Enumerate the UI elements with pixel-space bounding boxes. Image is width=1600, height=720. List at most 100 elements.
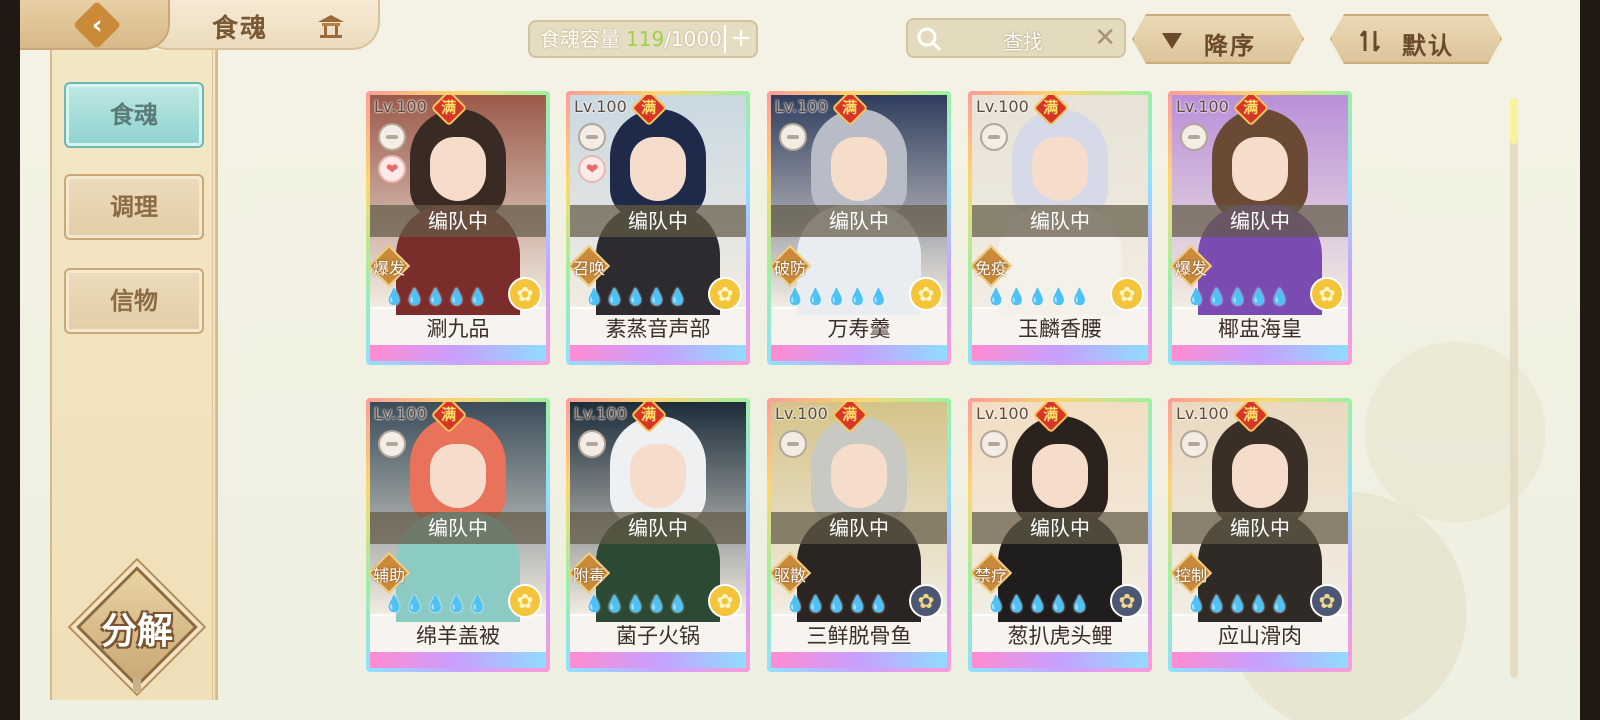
card-footer-band xyxy=(771,345,947,361)
role-tag: 辅助 xyxy=(370,550,412,596)
card-body: Lv.100 满 编队中 附毒 💧💧💧💧💧 ✿ 菌子火锅 xyxy=(570,402,746,668)
role-tag: 破防 xyxy=(771,243,813,289)
star-flames: 💧💧💧💧💧 xyxy=(1186,287,1291,306)
role-tag: 控制 xyxy=(1172,550,1214,596)
card-level: Lv.100 xyxy=(775,404,828,423)
card-level: Lv.100 xyxy=(976,97,1029,116)
role-tag-label: 召唤 xyxy=(572,259,605,278)
star-flames: 💧💧💧💧💧 xyxy=(785,594,890,613)
rarity-flower-icon: ✿ xyxy=(708,277,742,311)
tab-cultivate[interactable]: 调理 xyxy=(64,174,204,240)
food-soul-card[interactable]: Lv.100 满 编队中 附毒 💧💧💧💧💧 ✿ 菌子火锅 xyxy=(566,398,750,672)
lock-icon[interactable] xyxy=(980,430,1008,458)
food-soul-card[interactable]: Lv.100 满 编队中 免疫 💧💧💧💧💧 ✿ 玉麟香腰 xyxy=(968,91,1152,365)
decompose-button[interactable]: 分解 xyxy=(76,566,198,692)
lock-icon[interactable] xyxy=(1180,430,1208,458)
rarity-flower-icon: ✿ xyxy=(1310,584,1344,618)
rarity-flower-icon: ✿ xyxy=(1310,277,1344,311)
capacity-total: /1000 xyxy=(664,27,722,51)
heart-icon[interactable]: ❤ xyxy=(578,155,606,183)
max-badge-label: 满 xyxy=(641,405,657,424)
card-level: Lv.100 xyxy=(374,404,427,423)
card-footer-band xyxy=(771,652,947,668)
max-badge-label: 满 xyxy=(842,405,858,424)
decompose-label: 分解 xyxy=(100,611,173,652)
role-tag: 召唤 xyxy=(570,243,612,289)
food-soul-card[interactable]: Lv.100 满 编队中 破防 💧💧💧💧💧 ✿ 万寿羹 xyxy=(767,91,951,365)
rarity-flower-icon: ✿ xyxy=(708,584,742,618)
card-name: 椰盅海皇 xyxy=(1218,317,1302,341)
sort-order-button[interactable]: 降序 xyxy=(1132,14,1304,64)
role-tag-label: 爆发 xyxy=(372,259,405,278)
capacity-used: 119 xyxy=(626,27,665,51)
rarity-flower-icon: ✿ xyxy=(909,277,943,311)
star-flames: 💧💧💧💧💧 xyxy=(384,287,489,306)
food-soul-card[interactable]: Lv.100 满 编队中 辅助 💧💧💧💧💧 ✿ 绵羊盖被 xyxy=(366,398,550,672)
heart-icon[interactable]: ❤ xyxy=(378,155,406,183)
food-soul-card[interactable]: Lv.100 满 ❤ 编队中 爆发 💧💧💧💧💧 ✿ 涮九品 xyxy=(366,91,550,365)
card-level: Lv.100 xyxy=(1176,97,1229,116)
swap-icon xyxy=(1358,29,1382,53)
tab-token[interactable]: 信物 xyxy=(64,268,204,334)
lock-icon[interactable] xyxy=(578,123,606,151)
star-flames: 💧💧💧💧💧 xyxy=(986,594,1091,613)
card-name: 玉麟香腰 xyxy=(1018,317,1102,341)
role-tag: 爆发 xyxy=(1172,243,1214,289)
sort-mode-button[interactable]: 默认 xyxy=(1330,14,1502,64)
food-soul-card[interactable]: Lv.100 满 编队中 控制 💧💧💧💧💧 ✿ 应山滑肉 xyxy=(1168,398,1352,672)
portrait-face xyxy=(430,444,486,508)
screen-edge-left xyxy=(0,0,20,720)
role-tag-label: 破防 xyxy=(773,259,806,278)
card-name: 三鲜脱骨鱼 xyxy=(806,624,912,648)
role-tag-label: 辅助 xyxy=(372,566,405,585)
team-status: 编队中 xyxy=(1172,512,1348,544)
lock-icon[interactable] xyxy=(378,123,406,151)
role-tag-label: 禁疗 xyxy=(974,566,1007,585)
card-name: 素蒸音声部 xyxy=(605,317,711,341)
food-soul-card[interactable]: Lv.100 满 编队中 爆发 💧💧💧💧💧 ✿ 椰盅海皇 xyxy=(1168,91,1352,365)
food-soul-card[interactable]: Lv.100 满 ❤ 编队中 召唤 💧💧💧💧💧 ✿ 素蒸音声部 xyxy=(566,91,750,365)
card-name: 葱扒虎头鲤 xyxy=(1007,624,1113,648)
portrait-face xyxy=(831,444,887,508)
card-level: Lv.100 xyxy=(574,404,627,423)
card-name: 涮九品 xyxy=(426,317,490,341)
back-button[interactable]: ‹ xyxy=(20,0,170,50)
lock-icon[interactable] xyxy=(980,123,1008,151)
star-flames: 💧💧💧💧💧 xyxy=(384,594,489,613)
card-footer-band xyxy=(972,652,1148,668)
lock-icon[interactable] xyxy=(378,430,406,458)
team-status: 编队中 xyxy=(370,205,546,237)
scroll-thumb[interactable] xyxy=(1510,98,1518,144)
team-status: 编队中 xyxy=(771,205,947,237)
close-icon[interactable]: ✕ xyxy=(1094,24,1116,52)
food-soul-card[interactable]: Lv.100 满 编队中 驱散 💧💧💧💧💧 ✿ 三鲜脱骨鱼 xyxy=(767,398,951,672)
lock-icon[interactable] xyxy=(1180,123,1208,151)
card-level: Lv.100 xyxy=(976,404,1029,423)
tab-food-soul[interactable]: 食魂 xyxy=(64,82,204,148)
card-footer-band xyxy=(570,652,746,668)
scrollbar[interactable] xyxy=(1510,98,1518,678)
card-body: Lv.100 满 编队中 免疫 💧💧💧💧💧 ✿ 玉麟香腰 xyxy=(972,95,1148,361)
rarity-flower-icon: ✿ xyxy=(508,277,542,311)
lock-icon[interactable] xyxy=(578,430,606,458)
add-capacity-button[interactable]: + xyxy=(724,25,752,53)
card-footer-band xyxy=(570,345,746,361)
card-body: Lv.100 满 ❤ 编队中 爆发 💧💧💧💧💧 ✿ 涮九品 xyxy=(370,95,546,361)
magnifier-icon xyxy=(917,27,942,52)
lock-icon[interactable] xyxy=(779,123,807,151)
card-footer-band xyxy=(1172,652,1348,668)
rarity-flower-icon: ✿ xyxy=(1110,584,1144,618)
card-name: 万寿羹 xyxy=(827,317,891,341)
role-tag: 禁疗 xyxy=(972,550,1014,596)
role-tag-label: 驱散 xyxy=(773,566,806,585)
pavilion-icon[interactable] xyxy=(316,14,346,38)
team-status: 编队中 xyxy=(771,512,947,544)
role-tag-label: 爆发 xyxy=(1174,259,1207,278)
card-level: Lv.100 xyxy=(374,97,427,116)
lock-icon[interactable] xyxy=(779,430,807,458)
food-soul-card[interactable]: Lv.100 满 编队中 禁疗 💧💧💧💧💧 ✿ 葱扒虎头鲤 xyxy=(968,398,1152,672)
search-box[interactable]: 查找 ✕ xyxy=(906,18,1126,58)
card-body: Lv.100 满 编队中 辅助 💧💧💧💧💧 ✿ 绵羊盖被 xyxy=(370,402,546,668)
card-body: Lv.100 满 编队中 爆发 💧💧💧💧💧 ✿ 椰盅海皇 xyxy=(1172,95,1348,361)
team-status: 编队中 xyxy=(570,512,746,544)
